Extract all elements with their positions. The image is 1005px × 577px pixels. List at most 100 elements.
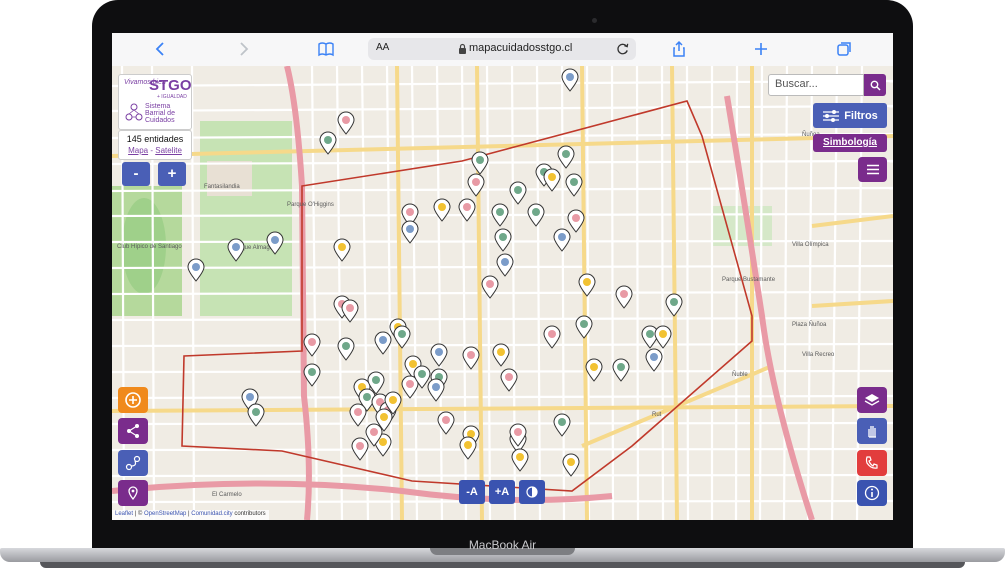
entity-marker-icon	[342, 342, 350, 350]
back-icon[interactable]	[150, 39, 172, 59]
map-label: Ñuble	[732, 371, 748, 378]
entity-marker-icon	[514, 186, 522, 194]
reload-icon[interactable]	[615, 41, 630, 56]
entity-marker-icon	[472, 178, 480, 186]
legend-button[interactable]: Simbología	[813, 134, 887, 152]
search-button[interactable]	[864, 74, 886, 96]
search-icon	[870, 80, 881, 91]
entity-marker-icon	[356, 442, 364, 450]
new-tab-icon[interactable]	[750, 39, 772, 59]
bookmarks-icon[interactable]	[315, 39, 337, 59]
entity-marker-icon	[406, 380, 414, 388]
zoom-in-button[interactable]: +	[158, 162, 186, 186]
entity-marker-icon	[570, 178, 578, 186]
share-nodes-icon	[127, 424, 139, 438]
brand-logo: Vivamos bien STGO + IGUALDAD Sistema Bar…	[118, 74, 192, 130]
map-label: Plaza Ñuñoa	[792, 321, 827, 328]
entity-marker-icon	[572, 214, 580, 222]
entity-marker-icon	[324, 136, 332, 144]
entity-marker-icon	[514, 428, 522, 436]
accessibility-button[interactable]	[857, 418, 887, 444]
phone-icon	[865, 456, 878, 469]
entity-marker-icon	[342, 116, 350, 124]
add-entity-button[interactable]	[118, 387, 148, 413]
map-label: El Carmelo	[212, 492, 242, 498]
plus-circle-icon	[125, 392, 141, 408]
entity-marker-icon	[464, 441, 472, 449]
map-canvas[interactable]: Fantasilandia Parque O'Higgins Club Hípi…	[112, 66, 893, 520]
location-button[interactable]	[118, 480, 148, 506]
entity-marker-icon	[590, 363, 598, 371]
entity-marker-icon	[670, 298, 678, 306]
map-label: Villa Recreo	[802, 352, 835, 358]
map-label: Parque O'Higgins	[287, 202, 334, 208]
entity-marker-icon	[246, 393, 254, 401]
entity-marker-icon	[516, 453, 524, 461]
entity-marker-icon	[562, 150, 570, 158]
entity-marker-icon	[398, 330, 406, 338]
entity-marker-icon	[409, 360, 417, 368]
layers-button[interactable]	[857, 387, 887, 413]
share-button[interactable]	[118, 418, 148, 444]
route-button[interactable]	[118, 450, 148, 476]
entity-marker-icon	[432, 383, 440, 391]
layer-satellite-link[interactable]: Satelite	[155, 146, 182, 155]
entity-marker-icon	[501, 258, 509, 266]
lock-icon	[459, 43, 466, 54]
entity-marker-icon	[617, 363, 625, 371]
contrast-icon	[526, 486, 538, 498]
entity-marker-icon	[650, 353, 658, 361]
entity-marker-icon	[548, 330, 556, 338]
font-increase-button[interactable]: +A	[489, 480, 515, 504]
screen: AA mapacuidadosstgo.cl Fantasilandia Par…	[112, 33, 893, 520]
forward-icon[interactable]	[232, 39, 254, 59]
entity-marker-icon	[308, 338, 316, 346]
entity-marker-icon	[532, 208, 540, 216]
entity-marker-icon	[308, 368, 316, 376]
entity-marker-icon	[379, 336, 387, 344]
entity-marker-icon	[566, 73, 574, 81]
layers-icon	[864, 394, 880, 406]
entity-marker-icon	[583, 278, 591, 286]
font-decrease-button[interactable]: -A	[459, 480, 485, 504]
entity-marker-icon	[271, 236, 279, 244]
entity-marker-icon	[496, 208, 504, 216]
entity-marker-icon	[354, 408, 362, 416]
osm-link[interactable]: OpenStreetMap	[144, 511, 186, 517]
entity-marker-icon	[486, 280, 494, 288]
search-input[interactable]: Buscar...	[768, 74, 864, 96]
hamburger-icon	[866, 164, 879, 175]
url-text: mapacuidadosstgo.cl	[469, 42, 573, 54]
contrast-button[interactable]	[519, 480, 545, 504]
map-attribution: Leaflet | © OpenStreetMap | Comunidad.ci…	[112, 510, 269, 520]
hand-icon	[868, 426, 876, 438]
comunidad-link[interactable]: Comunidad.city	[191, 511, 232, 517]
info-button[interactable]	[857, 480, 887, 506]
entity-marker-icon	[442, 416, 450, 424]
map-label: Parque Bustamante	[722, 277, 776, 283]
entity-marker-icon	[338, 243, 346, 251]
share-icon[interactable]	[668, 39, 690, 59]
zoom-out-button[interactable]: -	[122, 162, 150, 186]
sliders-icon	[823, 109, 840, 122]
entity-marker-icon	[580, 320, 588, 328]
layer-map-link[interactable]: Mapa	[128, 146, 148, 155]
filters-button[interactable]: Filtros	[813, 103, 887, 128]
device-label: MacBook Air	[468, 538, 537, 552]
entity-marker-icon	[379, 438, 387, 446]
tabs-icon[interactable]	[833, 39, 855, 59]
entity-marker-icon	[646, 330, 654, 338]
entity-marker-icon	[406, 208, 414, 216]
street-map: Fantasilandia Parque O'Higgins Club Hípi…	[112, 66, 893, 520]
leaflet-link[interactable]: Leaflet	[115, 511, 133, 517]
menu-button[interactable]	[858, 157, 887, 182]
map-label: Villa Olímpica	[792, 242, 829, 248]
text-size-button[interactable]: AA	[376, 42, 389, 53]
entity-marker-icon	[406, 225, 414, 233]
map-label: Fantasilandia	[204, 184, 240, 190]
entity-marker-icon	[252, 408, 260, 416]
address-bar[interactable]: AA mapacuidadosstgo.cl	[368, 38, 636, 60]
entity-marker-icon	[372, 376, 380, 384]
emergency-call-button[interactable]	[857, 450, 887, 476]
entity-marker-icon	[380, 413, 388, 421]
